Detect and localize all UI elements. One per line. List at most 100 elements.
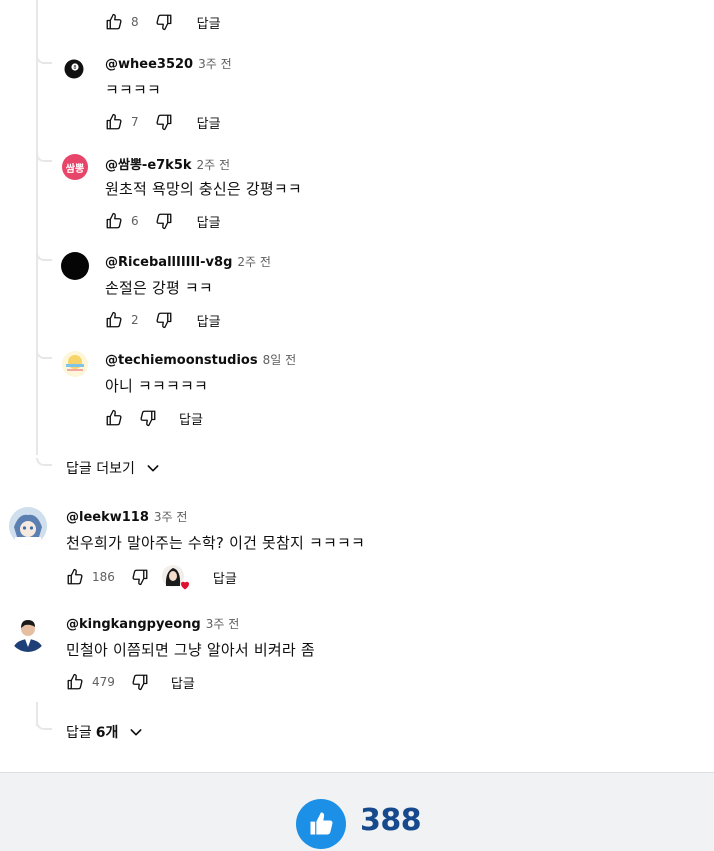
author-handle[interactable]: @leekw118 (66, 510, 149, 525)
replies-toggle-label: 답글 (66, 725, 92, 741)
reply-item: @techiemoonstudios 8일 전 아니 ㅋㅋㅋㅋㅋ 답글 (0, 348, 714, 438)
like-total: 388 (360, 803, 422, 838)
thread-branch (36, 722, 52, 730)
reply-meta: @쌈뽕-e7k5k 2주 전 (105, 154, 230, 173)
replies-count: 6개 (95, 725, 119, 741)
dislike-button[interactable] (155, 13, 173, 31)
creator-heart-badge (161, 564, 189, 590)
timestamp[interactable]: 3주 전 (198, 57, 232, 71)
thumbs-up-icon (106, 113, 122, 130)
like-button[interactable] (296, 799, 346, 849)
like-count: 6 (131, 214, 139, 228)
dislike-button[interactable] (155, 311, 173, 329)
dislike-button[interactable] (155, 113, 173, 131)
timestamp[interactable]: 3주 전 (206, 617, 240, 631)
reply-button[interactable]: 답글 (197, 212, 221, 231)
like-button[interactable] (105, 212, 123, 230)
thumbs-up-icon (106, 409, 122, 426)
chevron-down-icon (130, 729, 142, 736)
comment-item: @leekw118 3주 전 천우희가 말아주는 수학? 이건 못참지 ㅋㅋㅋㅋ … (0, 505, 714, 595)
comment-item: @kingkangpyeong 3주 전 민철아 이쯤되면 그냥 알아서 비켜라 … (0, 612, 714, 702)
thumbs-down-icon (140, 410, 156, 427)
like-count: 2 (131, 313, 139, 327)
like-count: 7 (131, 115, 139, 129)
avatar[interactable]: 8 (63, 58, 85, 80)
reply-button[interactable]: 답글 (179, 409, 203, 428)
thumbs-down-icon (156, 312, 172, 329)
more-replies-button[interactable]: 답글 더보기 (66, 458, 161, 478)
reply-text: 손절은 강평 ㅋㅋ (105, 279, 213, 297)
reply-button[interactable]: 답글 (197, 13, 221, 32)
dislike-button[interactable] (139, 409, 157, 427)
thumbs-down-icon (132, 569, 148, 586)
reply-actions: 7 답글 (105, 111, 221, 133)
reply-meta: @RiceballIIIII-v8g 2주 전 (105, 253, 271, 270)
reply-item: @RiceballIIIII-v8g 2주 전 손절은 강평 ㅋㅋ 2 답글 (0, 250, 714, 340)
like-footer: 388 (0, 772, 714, 851)
comment-actions: 479 답글 (66, 671, 195, 693)
dislike-button[interactable] (131, 568, 149, 586)
reply-text: 원초적 욕망의 충신은 강평ㅋㅋ (105, 180, 302, 198)
thumbs-up-icon (106, 311, 122, 328)
chevron-down-icon (147, 465, 159, 472)
avatar[interactable] (61, 252, 89, 280)
author-handle[interactable]: @techiemoonstudios (105, 353, 258, 368)
like-count: 186 (92, 570, 115, 584)
author-handle[interactable]: @whee3520 (105, 57, 193, 72)
thread-branch (36, 458, 52, 466)
reply-actions: 8 답글 (105, 11, 221, 33)
like-button[interactable] (105, 113, 123, 131)
avatar[interactable] (9, 614, 47, 652)
thumbs-down-icon (156, 213, 172, 230)
like-button[interactable] (105, 311, 123, 329)
comment-text: 천우희가 말아주는 수학? 이건 못참지 ㅋㅋㅋㅋ (66, 534, 366, 552)
author-handle[interactable]: @쌈뽕-e7k5k (105, 158, 192, 173)
avatar[interactable]: 쌈뽕 (62, 154, 88, 180)
thumbs-up-icon (67, 568, 83, 585)
reply-text: ㅋㅋㅋㅋ (105, 81, 162, 99)
more-replies-label: 답글 더보기 (66, 461, 135, 477)
dislike-button[interactable] (155, 212, 173, 230)
svg-text:8: 8 (73, 65, 76, 71)
reply-meta: @techiemoonstudios 8일 전 (105, 351, 296, 368)
reply-button[interactable]: 답글 (213, 568, 237, 587)
comment-actions: 186 답글 (66, 564, 237, 590)
comment-text: 민철아 이쯤되면 그냥 알아서 비켜라 좀 (66, 641, 315, 659)
author-handle[interactable]: @RiceballIIIII-v8g (105, 255, 232, 270)
thumbs-up-icon (310, 812, 333, 835)
reply-button[interactable]: 답글 (171, 673, 195, 692)
reply-item: 쌈뽕 @쌈뽕-e7k5k 2주 전 원초적 욕망의 충신은 강평ㅋㅋ 6 답글 (0, 151, 714, 241)
thumbs-up-icon (106, 13, 122, 30)
reply-item: 8 @whee3520 3주 전 ㅋㅋㅋㅋ 7 답글 (0, 52, 714, 142)
replies-toggle-button[interactable]: 답글 6개 (66, 722, 144, 742)
thumbs-down-icon (132, 674, 148, 691)
avatar[interactable] (9, 507, 47, 545)
author-handle[interactable]: @kingkangpyeong (66, 617, 201, 632)
thumbs-up-icon (67, 673, 83, 690)
like-button[interactable] (66, 568, 84, 586)
thumbs-down-icon (156, 114, 172, 131)
reply-actions: 답글 (105, 407, 203, 429)
timestamp[interactable]: 2주 전 (197, 158, 231, 172)
avatar[interactable] (62, 351, 88, 377)
like-button[interactable] (66, 673, 84, 691)
like-count: 479 (92, 675, 115, 689)
like-button[interactable] (105, 409, 123, 427)
avatar-label: 쌈뽕 (65, 163, 85, 175)
reply-actions: 6 답글 (105, 210, 221, 232)
reply-actions: 2 답글 (105, 309, 221, 331)
reply-button[interactable]: 답글 (197, 311, 221, 330)
comment-meta: @kingkangpyeong 3주 전 (66, 615, 239, 632)
reply-text: 아니 ㅋㅋㅋㅋㅋ (105, 377, 208, 395)
thumbs-up-icon (106, 212, 122, 229)
timestamp[interactable]: 2주 전 (237, 255, 271, 269)
timestamp[interactable]: 8일 전 (263, 353, 297, 367)
like-count: 8 (131, 15, 139, 29)
reply-button[interactable]: 답글 (197, 113, 221, 132)
comment-meta: @leekw118 3주 전 (66, 508, 187, 525)
timestamp[interactable]: 3주 전 (154, 510, 188, 524)
heart-icon (180, 581, 189, 590)
dislike-button[interactable] (131, 673, 149, 691)
like-button[interactable] (105, 13, 123, 31)
thumbs-down-icon (156, 14, 172, 31)
